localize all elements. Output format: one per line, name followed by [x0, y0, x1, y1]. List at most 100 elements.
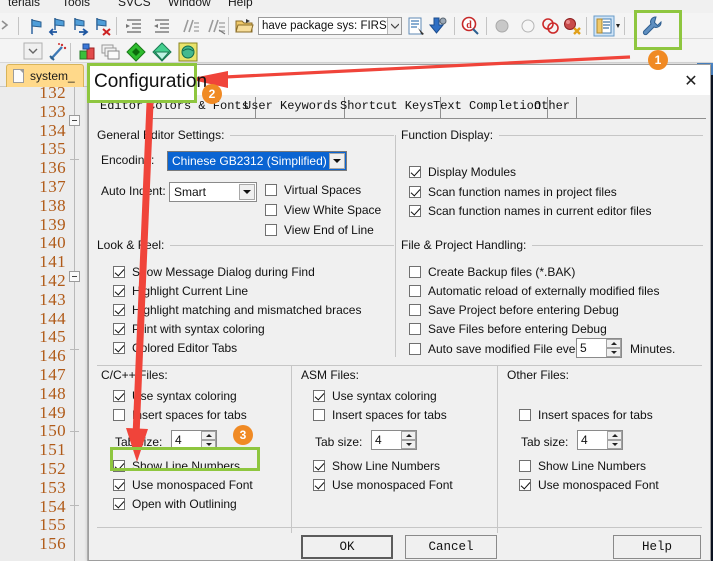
- comment-lines-icon[interactable]: [180, 16, 200, 36]
- checkbox-box[interactable]: [113, 479, 125, 491]
- checkbox-box[interactable]: [113, 409, 125, 421]
- checkbox-other-show-line-numbers[interactable]: Show Line Numbers: [519, 459, 646, 473]
- menu-item-tools[interactable]: Tools: [62, 0, 90, 9]
- checkbox-box[interactable]: [313, 460, 325, 472]
- fold-toggle-138[interactable]: [69, 115, 80, 126]
- flag-delete-icon[interactable]: [92, 16, 112, 36]
- flag-previous-icon[interactable]: [48, 16, 68, 36]
- breakpoint-filled-icon[interactable]: [492, 16, 512, 36]
- tab-shortcut-keys[interactable]: Shortcut Keys: [334, 97, 441, 119]
- autosave-minutes-stepper[interactable]: 5: [576, 338, 622, 358]
- checkbox-auto-reload[interactable]: Automatic reload of externally modified …: [409, 284, 659, 298]
- checkbox-box[interactable]: [113, 342, 125, 354]
- checkbox-other-use-monospaced-font[interactable]: Use monospaced Font: [519, 478, 659, 492]
- menu-item-help[interactable]: Help: [228, 0, 253, 9]
- checkbox-asm-use-syntax-coloring[interactable]: Use syntax coloring: [313, 389, 437, 403]
- stepper-buttons[interactable]: [606, 339, 621, 357]
- close-icon[interactable]: ✕: [678, 69, 704, 91]
- green-diamond-icon[interactable]: [126, 42, 146, 62]
- stepper-down-icon[interactable]: [401, 440, 416, 449]
- stepper-down-icon[interactable]: [201, 440, 216, 449]
- tab-other[interactable]: Other: [528, 97, 578, 119]
- find-in-files-icon[interactable]: d: [460, 16, 480, 36]
- asm-tab-size-stepper[interactable]: 4: [371, 430, 417, 450]
- stepper-down-icon[interactable]: [607, 440, 622, 449]
- checkbox-box[interactable]: [113, 498, 125, 510]
- flag-next-icon[interactable]: [70, 16, 90, 36]
- toolbar-overflow-icon[interactable]: [0, 18, 10, 38]
- checkbox-box[interactable]: [113, 390, 125, 402]
- indent-decrease-icon[interactable]: [152, 16, 172, 36]
- fold-toggle-146[interactable]: [69, 271, 80, 282]
- flag-icon[interactable]: [26, 16, 46, 36]
- auto-indent-combo[interactable]: Smart: [169, 182, 257, 202]
- checkbox-auto-save[interactable]: Auto save modified File every: [409, 342, 585, 356]
- stepper-up-icon[interactable]: [401, 431, 416, 440]
- checkbox-box[interactable]: [113, 304, 125, 316]
- checkbox-view-end-of-line[interactable]: View End of Line: [265, 223, 374, 237]
- stepper-up-icon[interactable]: [606, 339, 621, 348]
- tab-user-keywords[interactable]: User Keywords: [238, 97, 345, 119]
- breakpoint-remove-icon[interactable]: [562, 16, 582, 36]
- checkbox-box[interactable]: [519, 409, 531, 421]
- checkbox-save-files-debug[interactable]: Save Files before entering Debug: [409, 322, 607, 336]
- checkbox-display-modules[interactable]: Display Modules: [409, 165, 516, 179]
- help-button[interactable]: Help: [613, 535, 701, 559]
- checkbox-box[interactable]: [409, 205, 421, 217]
- checkbox-c-show-line-numbers[interactable]: Show Line Numbers: [113, 459, 240, 473]
- checkbox-box[interactable]: [113, 285, 125, 297]
- magic-wand-icon[interactable]: [48, 42, 68, 62]
- checkbox-c-use-monospaced-font[interactable]: Use monospaced Font: [113, 478, 253, 492]
- checkbox-other-insert-spaces[interactable]: Insert spaces for tabs: [519, 408, 653, 422]
- teal-diamond-icon[interactable]: [152, 42, 172, 62]
- checkbox-scan-project-files[interactable]: Scan function names in project files: [409, 185, 617, 199]
- checkbox-virtual-spaces[interactable]: Virtual Spaces: [265, 183, 361, 197]
- copy-windows-icon[interactable]: [100, 42, 120, 62]
- checkbox-show-message-dialog[interactable]: Show Message Dialog during Find: [113, 265, 315, 279]
- checkbox-box[interactable]: [409, 186, 421, 198]
- checkbox-box[interactable]: [409, 266, 421, 278]
- checkbox-box[interactable]: [409, 285, 421, 297]
- menu-item-window[interactable]: Window: [168, 0, 211, 9]
- stepper-buttons[interactable]: [401, 431, 416, 449]
- uncomment-lines-icon[interactable]: [206, 16, 226, 36]
- checkbox-scan-editor-files[interactable]: Scan function names in current editor fi…: [409, 204, 651, 218]
- checkbox-asm-show-line-numbers[interactable]: Show Line Numbers: [313, 459, 440, 473]
- encoding-combo[interactable]: Chinese GB2312 (Simplified): [167, 151, 347, 171]
- build-icon[interactable]: [78, 42, 98, 62]
- checkbox-c-use-syntax-coloring[interactable]: Use syntax coloring: [113, 389, 237, 403]
- checkbox-box[interactable]: [113, 460, 125, 472]
- checkbox-box[interactable]: [313, 390, 325, 402]
- window-list-icon[interactable]: [593, 15, 621, 37]
- checkbox-highlight-current-line[interactable]: Highlight Current Line: [113, 284, 248, 298]
- checkbox-box[interactable]: [313, 479, 325, 491]
- globe-diamond-icon[interactable]: [178, 42, 198, 62]
- chevron-down-icon[interactable]: [239, 184, 255, 200]
- checkbox-asm-insert-spaces[interactable]: Insert spaces for tabs: [313, 408, 447, 422]
- checkbox-box[interactable]: [313, 409, 325, 421]
- chevron-down-icon[interactable]: [387, 18, 401, 34]
- checkbox-box[interactable]: [265, 184, 277, 196]
- checkbox-highlight-braces[interactable]: Highlight matching and mismatched braces: [113, 303, 361, 317]
- wrench-icon[interactable]: [640, 15, 664, 36]
- checkbox-print-syntax-coloring[interactable]: Print with syntax coloring: [113, 322, 265, 336]
- checkbox-box[interactable]: [519, 479, 531, 491]
- checkbox-asm-use-monospaced-font[interactable]: Use monospaced Font: [313, 478, 453, 492]
- checkbox-box[interactable]: [113, 266, 125, 278]
- package-combo[interactable]: have package sys: FIRST_: [258, 17, 402, 35]
- document-list-icon[interactable]: [406, 16, 426, 36]
- menu-item-materials[interactable]: terials: [8, 0, 40, 9]
- cancel-button[interactable]: Cancel: [405, 535, 497, 559]
- open-folder-icon[interactable]: [234, 16, 254, 36]
- stepper-up-icon[interactable]: [607, 431, 622, 440]
- ok-button[interactable]: OK: [301, 535, 393, 559]
- stepper-up-icon[interactable]: [201, 431, 216, 440]
- breakpoint-disable-icon[interactable]: [540, 16, 560, 36]
- checkbox-box[interactable]: [409, 304, 421, 316]
- checkbox-c-open-with-outlining[interactable]: Open with Outlining: [113, 497, 237, 511]
- checkbox-box[interactable]: [409, 323, 421, 335]
- checkbox-box[interactable]: [409, 343, 421, 355]
- checkbox-box[interactable]: [113, 323, 125, 335]
- chevron-down-icon[interactable]: [22, 42, 44, 62]
- checkbox-create-backup[interactable]: Create Backup files (*.BAK): [409, 265, 575, 279]
